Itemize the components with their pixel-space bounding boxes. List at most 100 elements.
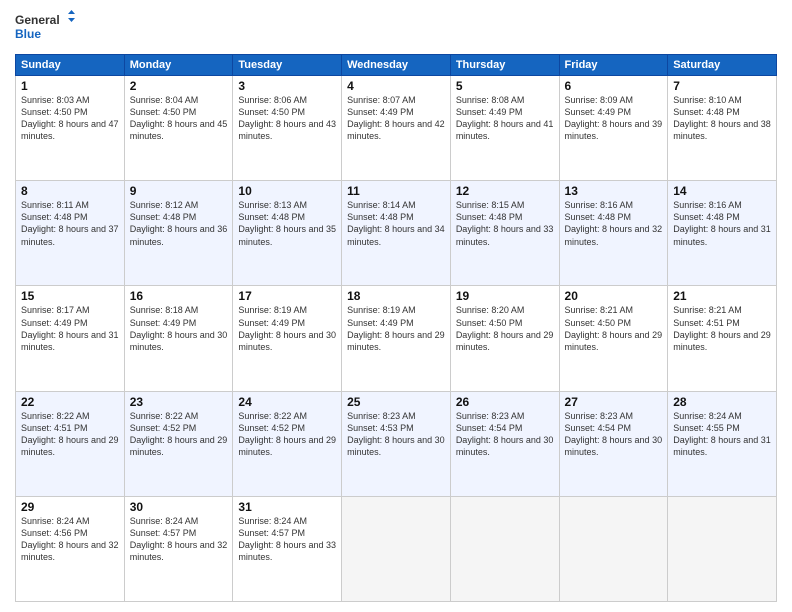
day-number: 19 xyxy=(456,289,554,303)
calendar-cell: 2 Sunrise: 8:04 AMSunset: 4:50 PMDaylight… xyxy=(124,76,233,181)
cell-info: Sunrise: 8:23 AMSunset: 4:53 PMDaylight:… xyxy=(347,411,445,457)
calendar-cell: 10 Sunrise: 8:13 AMSunset: 4:48 PMDayligh… xyxy=(233,181,342,286)
cell-info: Sunrise: 8:06 AMSunset: 4:50 PMDaylight:… xyxy=(238,95,336,141)
calendar-cell: 4 Sunrise: 8:07 AMSunset: 4:49 PMDaylight… xyxy=(342,76,451,181)
day-number: 22 xyxy=(21,395,119,409)
day-number: 12 xyxy=(456,184,554,198)
calendar-page: General Blue SundayMondayTuesdayWednesda… xyxy=(0,0,792,612)
calendar-cell: 16 Sunrise: 8:18 AMSunset: 4:49 PMDayligh… xyxy=(124,286,233,391)
cell-info: Sunrise: 8:19 AMSunset: 4:49 PMDaylight:… xyxy=(238,305,336,351)
logo: General Blue xyxy=(15,10,75,46)
day-number: 15 xyxy=(21,289,119,303)
cell-info: Sunrise: 8:24 AMSunset: 4:57 PMDaylight:… xyxy=(130,516,228,562)
cell-info: Sunrise: 8:22 AMSunset: 4:52 PMDaylight:… xyxy=(130,411,228,457)
cell-info: Sunrise: 8:18 AMSunset: 4:49 PMDaylight:… xyxy=(130,305,228,351)
calendar-cell xyxy=(559,496,668,601)
day-number: 11 xyxy=(347,184,445,198)
calendar-cell: 17Sunrise: 8:19 AMSunset: 4:49 PMDayligh… xyxy=(233,286,342,391)
calendar-week-5: 29 Sunrise: 8:24 AMSunset: 4:56 PMDayligh… xyxy=(16,496,777,601)
day-number: 29 xyxy=(21,500,119,514)
day-number: 2 xyxy=(130,79,228,93)
calendar-cell: 20 Sunrise: 8:21 AMSunset: 4:50 PMDayligh… xyxy=(559,286,668,391)
day-number: 3 xyxy=(238,79,336,93)
day-number: 21 xyxy=(673,289,771,303)
cell-info: Sunrise: 8:17 AMSunset: 4:49 PMDaylight:… xyxy=(21,305,119,351)
cell-info: Sunrise: 8:16 AMSunset: 4:48 PMDaylight:… xyxy=(673,200,771,246)
logo-svg: General Blue xyxy=(15,10,75,46)
cell-info: Sunrise: 8:07 AMSunset: 4:49 PMDaylight:… xyxy=(347,95,445,141)
calendar-cell: 29 Sunrise: 8:24 AMSunset: 4:56 PMDayligh… xyxy=(16,496,125,601)
cell-info: Sunrise: 8:21 AMSunset: 4:51 PMDaylight:… xyxy=(673,305,771,351)
calendar-cell: 1 Sunrise: 8:03 AMSunset: 4:50 PMDaylight… xyxy=(16,76,125,181)
header-sunday: Sunday xyxy=(16,55,125,76)
cell-info: Sunrise: 8:14 AMSunset: 4:48 PMDaylight:… xyxy=(347,200,445,246)
calendar-cell: 8Sunrise: 8:11 AMSunset: 4:48 PMDaylight… xyxy=(16,181,125,286)
day-number: 16 xyxy=(130,289,228,303)
calendar-cell: 11 Sunrise: 8:14 AMSunset: 4:48 PMDayligh… xyxy=(342,181,451,286)
calendar-cell xyxy=(450,496,559,601)
cell-info: Sunrise: 8:19 AMSunset: 4:49 PMDaylight:… xyxy=(347,305,445,351)
cell-info: Sunrise: 8:20 AMSunset: 4:50 PMDaylight:… xyxy=(456,305,554,351)
cell-info: Sunrise: 8:21 AMSunset: 4:50 PMDaylight:… xyxy=(565,305,663,351)
calendar-cell: 6Sunrise: 8:09 AMSunset: 4:49 PMDaylight… xyxy=(559,76,668,181)
day-number: 4 xyxy=(347,79,445,93)
calendar-week-3: 15 Sunrise: 8:17 AMSunset: 4:49 PMDayligh… xyxy=(16,286,777,391)
calendar-cell: 28Sunrise: 8:24 AMSunset: 4:55 PMDayligh… xyxy=(668,391,777,496)
cell-info: Sunrise: 8:22 AMSunset: 4:52 PMDaylight:… xyxy=(238,411,336,457)
calendar-cell: 31 Sunrise: 8:24 AMSunset: 4:57 PMDayligh… xyxy=(233,496,342,601)
day-number: 13 xyxy=(565,184,663,198)
header-monday: Monday xyxy=(124,55,233,76)
calendar-cell: 7Sunrise: 8:10 AMSunset: 4:48 PMDaylight… xyxy=(668,76,777,181)
calendar-cell: 26 Sunrise: 8:23 AMSunset: 4:54 PMDayligh… xyxy=(450,391,559,496)
cell-info: Sunrise: 8:08 AMSunset: 4:49 PMDaylight:… xyxy=(456,95,554,141)
day-number: 31 xyxy=(238,500,336,514)
day-number: 8 xyxy=(21,184,119,198)
header: General Blue xyxy=(15,10,777,46)
cell-info: Sunrise: 8:12 AMSunset: 4:48 PMDaylight:… xyxy=(130,200,228,246)
calendar-cell: 14Sunrise: 8:16 AMSunset: 4:48 PMDayligh… xyxy=(668,181,777,286)
calendar-cell: 3 Sunrise: 8:06 AMSunset: 4:50 PMDaylight… xyxy=(233,76,342,181)
calendar-cell: 12Sunrise: 8:15 AMSunset: 4:48 PMDayligh… xyxy=(450,181,559,286)
header-tuesday: Tuesday xyxy=(233,55,342,76)
cell-info: Sunrise: 8:23 AMSunset: 4:54 PMDaylight:… xyxy=(456,411,554,457)
cell-info: Sunrise: 8:23 AMSunset: 4:54 PMDaylight:… xyxy=(565,411,663,457)
calendar-cell: 13 Sunrise: 8:16 AMSunset: 4:48 PMDayligh… xyxy=(559,181,668,286)
cell-info: Sunrise: 8:04 AMSunset: 4:50 PMDaylight:… xyxy=(130,95,228,141)
cell-info: Sunrise: 8:16 AMSunset: 4:48 PMDaylight:… xyxy=(565,200,663,246)
day-number: 30 xyxy=(130,500,228,514)
day-number: 24 xyxy=(238,395,336,409)
day-number: 10 xyxy=(238,184,336,198)
calendar-week-4: 22 Sunrise: 8:22 AMSunset: 4:51 PMDayligh… xyxy=(16,391,777,496)
day-number: 28 xyxy=(673,395,771,409)
cell-info: Sunrise: 8:03 AMSunset: 4:50 PMDaylight:… xyxy=(21,95,119,141)
calendar-cell: 18Sunrise: 8:19 AMSunset: 4:49 PMDayligh… xyxy=(342,286,451,391)
cell-info: Sunrise: 8:09 AMSunset: 4:49 PMDaylight:… xyxy=(565,95,663,141)
calendar-cell: 30 Sunrise: 8:24 AMSunset: 4:57 PMDayligh… xyxy=(124,496,233,601)
calendar-cell: 27 Sunrise: 8:23 AMSunset: 4:54 PMDayligh… xyxy=(559,391,668,496)
calendar-cell: 24 Sunrise: 8:22 AMSunset: 4:52 PMDayligh… xyxy=(233,391,342,496)
calendar-table: SundayMondayTuesdayWednesdayThursdayFrid… xyxy=(15,54,777,602)
cell-info: Sunrise: 8:22 AMSunset: 4:51 PMDaylight:… xyxy=(21,411,119,457)
svg-text:Blue: Blue xyxy=(15,27,41,41)
calendar-week-1: 1 Sunrise: 8:03 AMSunset: 4:50 PMDaylight… xyxy=(16,76,777,181)
svg-text:General: General xyxy=(15,13,60,27)
day-number: 20 xyxy=(565,289,663,303)
calendar-week-2: 8Sunrise: 8:11 AMSunset: 4:48 PMDaylight… xyxy=(16,181,777,286)
calendar-cell: 22 Sunrise: 8:22 AMSunset: 4:51 PMDayligh… xyxy=(16,391,125,496)
calendar-cell xyxy=(342,496,451,601)
day-number: 5 xyxy=(456,79,554,93)
day-number: 27 xyxy=(565,395,663,409)
day-number: 26 xyxy=(456,395,554,409)
cell-info: Sunrise: 8:10 AMSunset: 4:48 PMDaylight:… xyxy=(673,95,771,141)
calendar-cell: 15 Sunrise: 8:17 AMSunset: 4:49 PMDayligh… xyxy=(16,286,125,391)
calendar-cell xyxy=(668,496,777,601)
header-friday: Friday xyxy=(559,55,668,76)
day-number: 1 xyxy=(21,79,119,93)
day-number: 25 xyxy=(347,395,445,409)
cell-info: Sunrise: 8:24 AMSunset: 4:56 PMDaylight:… xyxy=(21,516,119,562)
calendar-cell: 21 Sunrise: 8:21 AMSunset: 4:51 PMDayligh… xyxy=(668,286,777,391)
calendar-cell: 9Sunrise: 8:12 AMSunset: 4:48 PMDaylight… xyxy=(124,181,233,286)
cell-info: Sunrise: 8:24 AMSunset: 4:57 PMDaylight:… xyxy=(238,516,336,562)
cell-info: Sunrise: 8:13 AMSunset: 4:48 PMDaylight:… xyxy=(238,200,336,246)
calendar-cell: 5 Sunrise: 8:08 AMSunset: 4:49 PMDaylight… xyxy=(450,76,559,181)
